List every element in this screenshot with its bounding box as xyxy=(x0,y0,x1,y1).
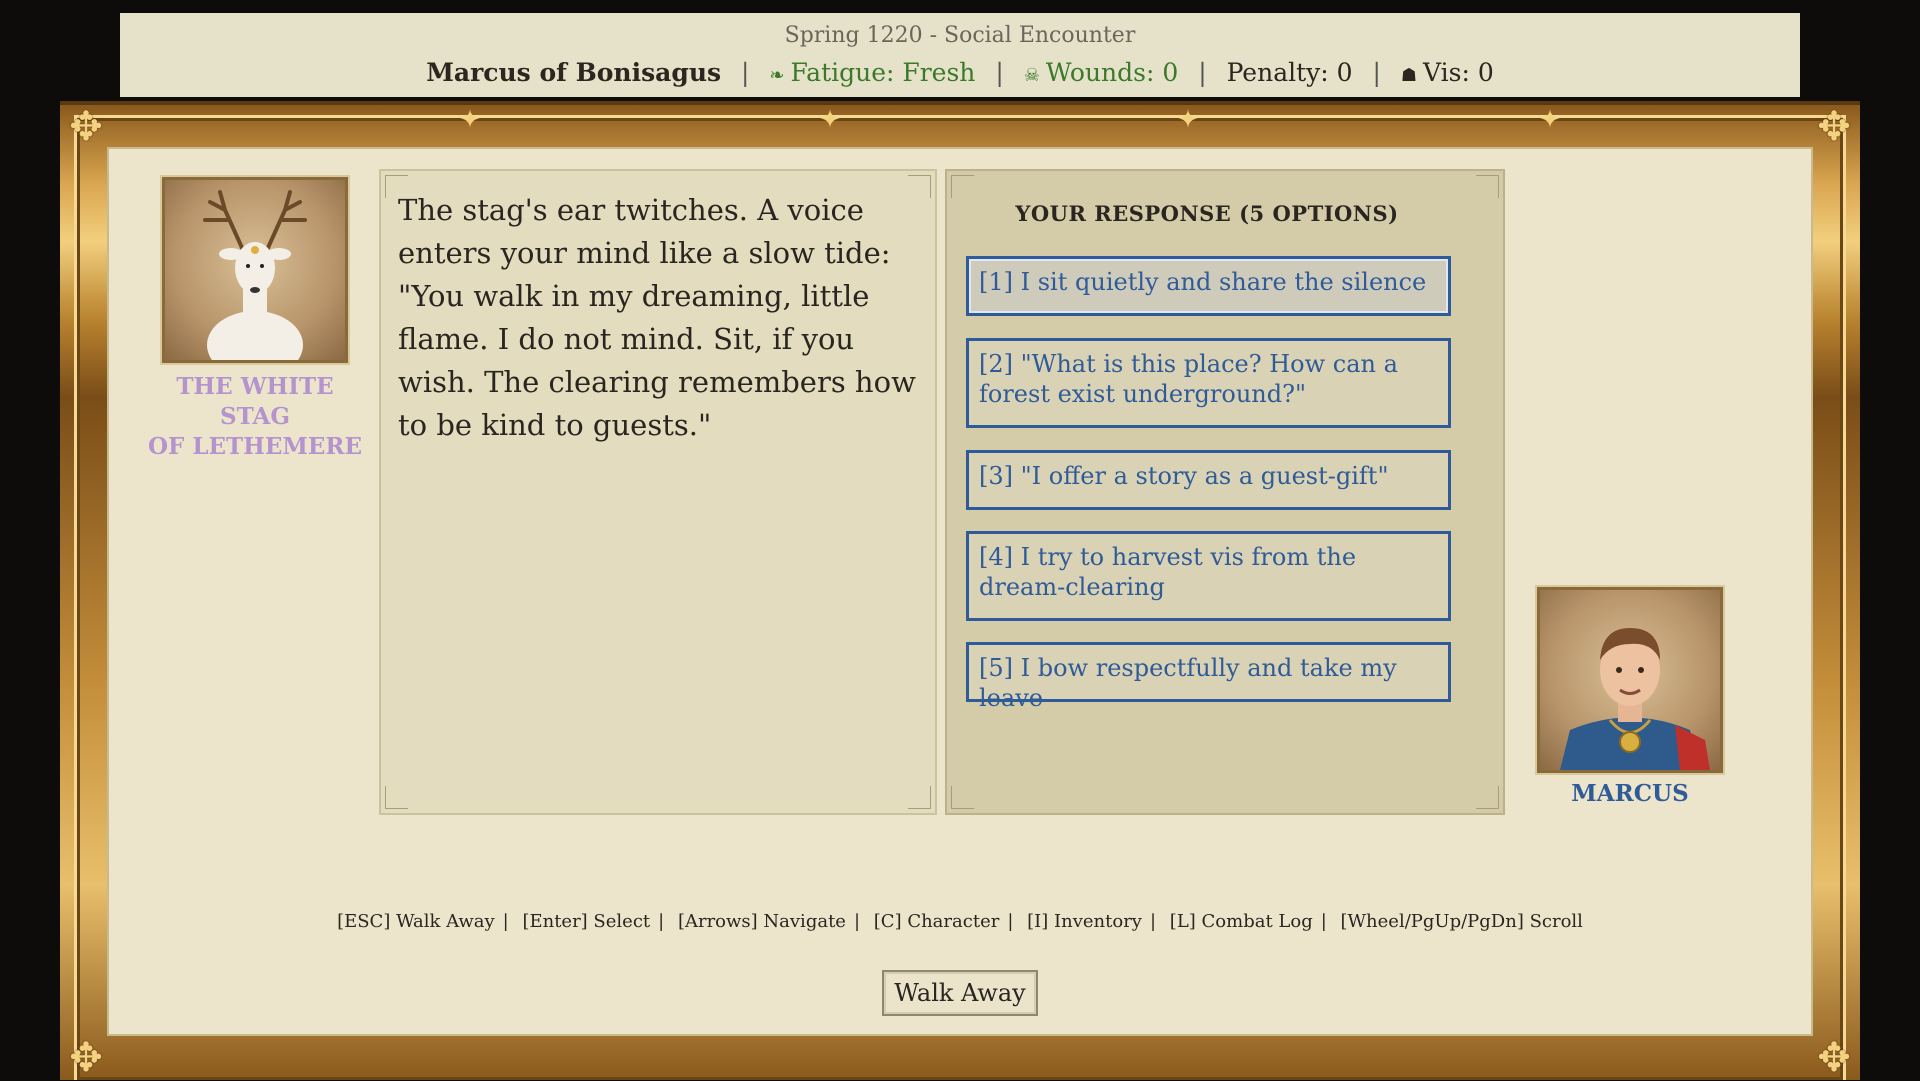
player-name: MARCUS xyxy=(1571,780,1689,807)
marcus-portrait-icon xyxy=(1560,628,1710,770)
hint-walk-away: [ESC] Walk Away xyxy=(337,911,495,932)
frame-corner-ornament: ✥ xyxy=(1817,104,1851,150)
dialogue-panel[interactable]: The stag's ear twitches. A voice enters … xyxy=(379,169,937,815)
response-panel: YOUR RESPONSE (5 OPTIONS) [1] I sit quie… xyxy=(945,169,1505,815)
walk-away-button[interactable]: Walk Away xyxy=(882,970,1038,1016)
frame-stud-ornament: ✦ xyxy=(459,105,481,135)
response-option-2[interactable]: [2] "What is this place? How can a fores… xyxy=(966,338,1451,428)
response-option-5[interactable]: [5] I bow respectfully and take my leave xyxy=(966,642,1451,712)
hint-select: [Enter] Select xyxy=(522,911,651,932)
leaf-icon: ❧ xyxy=(769,65,785,86)
response-option-1[interactable]: [1] I sit quietly and share the silence xyxy=(966,256,1451,316)
dialogue-text: The stag's ear twitches. A voice enters … xyxy=(398,193,916,442)
npc-name: THE WHITE STAG OF LETHEMERE xyxy=(147,373,363,460)
character-stats: Marcus of Bonisagus | ❧ Fatigue: Fresh | … xyxy=(426,58,1494,87)
vis-status: ☗ Vis: 0 xyxy=(1400,58,1494,87)
npc-portrait xyxy=(162,177,348,363)
frame-stud-ornament: ✦ xyxy=(1177,105,1199,135)
key-hints: [ESC] Walk Away | [Enter] Select | [Arrows… xyxy=(337,911,1583,932)
player-portrait xyxy=(1537,587,1723,773)
frame-corner-ornament: ✥ xyxy=(69,104,103,150)
hint-character: [C] Character xyxy=(873,911,1000,932)
frame-corner-ornament: ✥ xyxy=(1817,1035,1851,1081)
season-label: Spring 1220 - Social Encounter xyxy=(784,23,1136,48)
response-option-4[interactable]: [4] I try to harvest vis from the dream-… xyxy=(966,531,1451,621)
wounds-status: ☠ Wounds: 0 xyxy=(1023,58,1179,87)
vis-icon: ☗ xyxy=(1400,65,1418,86)
penalty-status: Penalty: 0 xyxy=(1226,58,1353,87)
frame-stud-ornament: ✦ xyxy=(819,105,841,135)
hint-combat-log: [L] Combat Log xyxy=(1169,911,1313,932)
white-stag-icon xyxy=(203,190,307,360)
response-header: YOUR RESPONSE (5 OPTIONS) xyxy=(1015,201,1399,226)
status-bar: Spring 1220 - Social Encounter Marcus of… xyxy=(120,13,1800,97)
hint-scroll: [Wheel/PgUp/PgDn] Scroll xyxy=(1340,911,1583,932)
frame-stud-ornament: ✦ xyxy=(1539,105,1561,135)
skull-icon: ☠ xyxy=(1023,65,1040,86)
hint-navigate: [Arrows] Navigate xyxy=(677,911,846,932)
response-option-3[interactable]: [3] "I offer a story as a guest-gift" xyxy=(966,450,1451,510)
frame-corner-ornament: ✥ xyxy=(69,1035,103,1081)
character-name: Marcus of Bonisagus xyxy=(426,58,722,87)
fatigue-status: ❧ Fatigue: Fresh xyxy=(769,58,976,87)
hint-inventory: [I] Inventory xyxy=(1027,911,1142,932)
